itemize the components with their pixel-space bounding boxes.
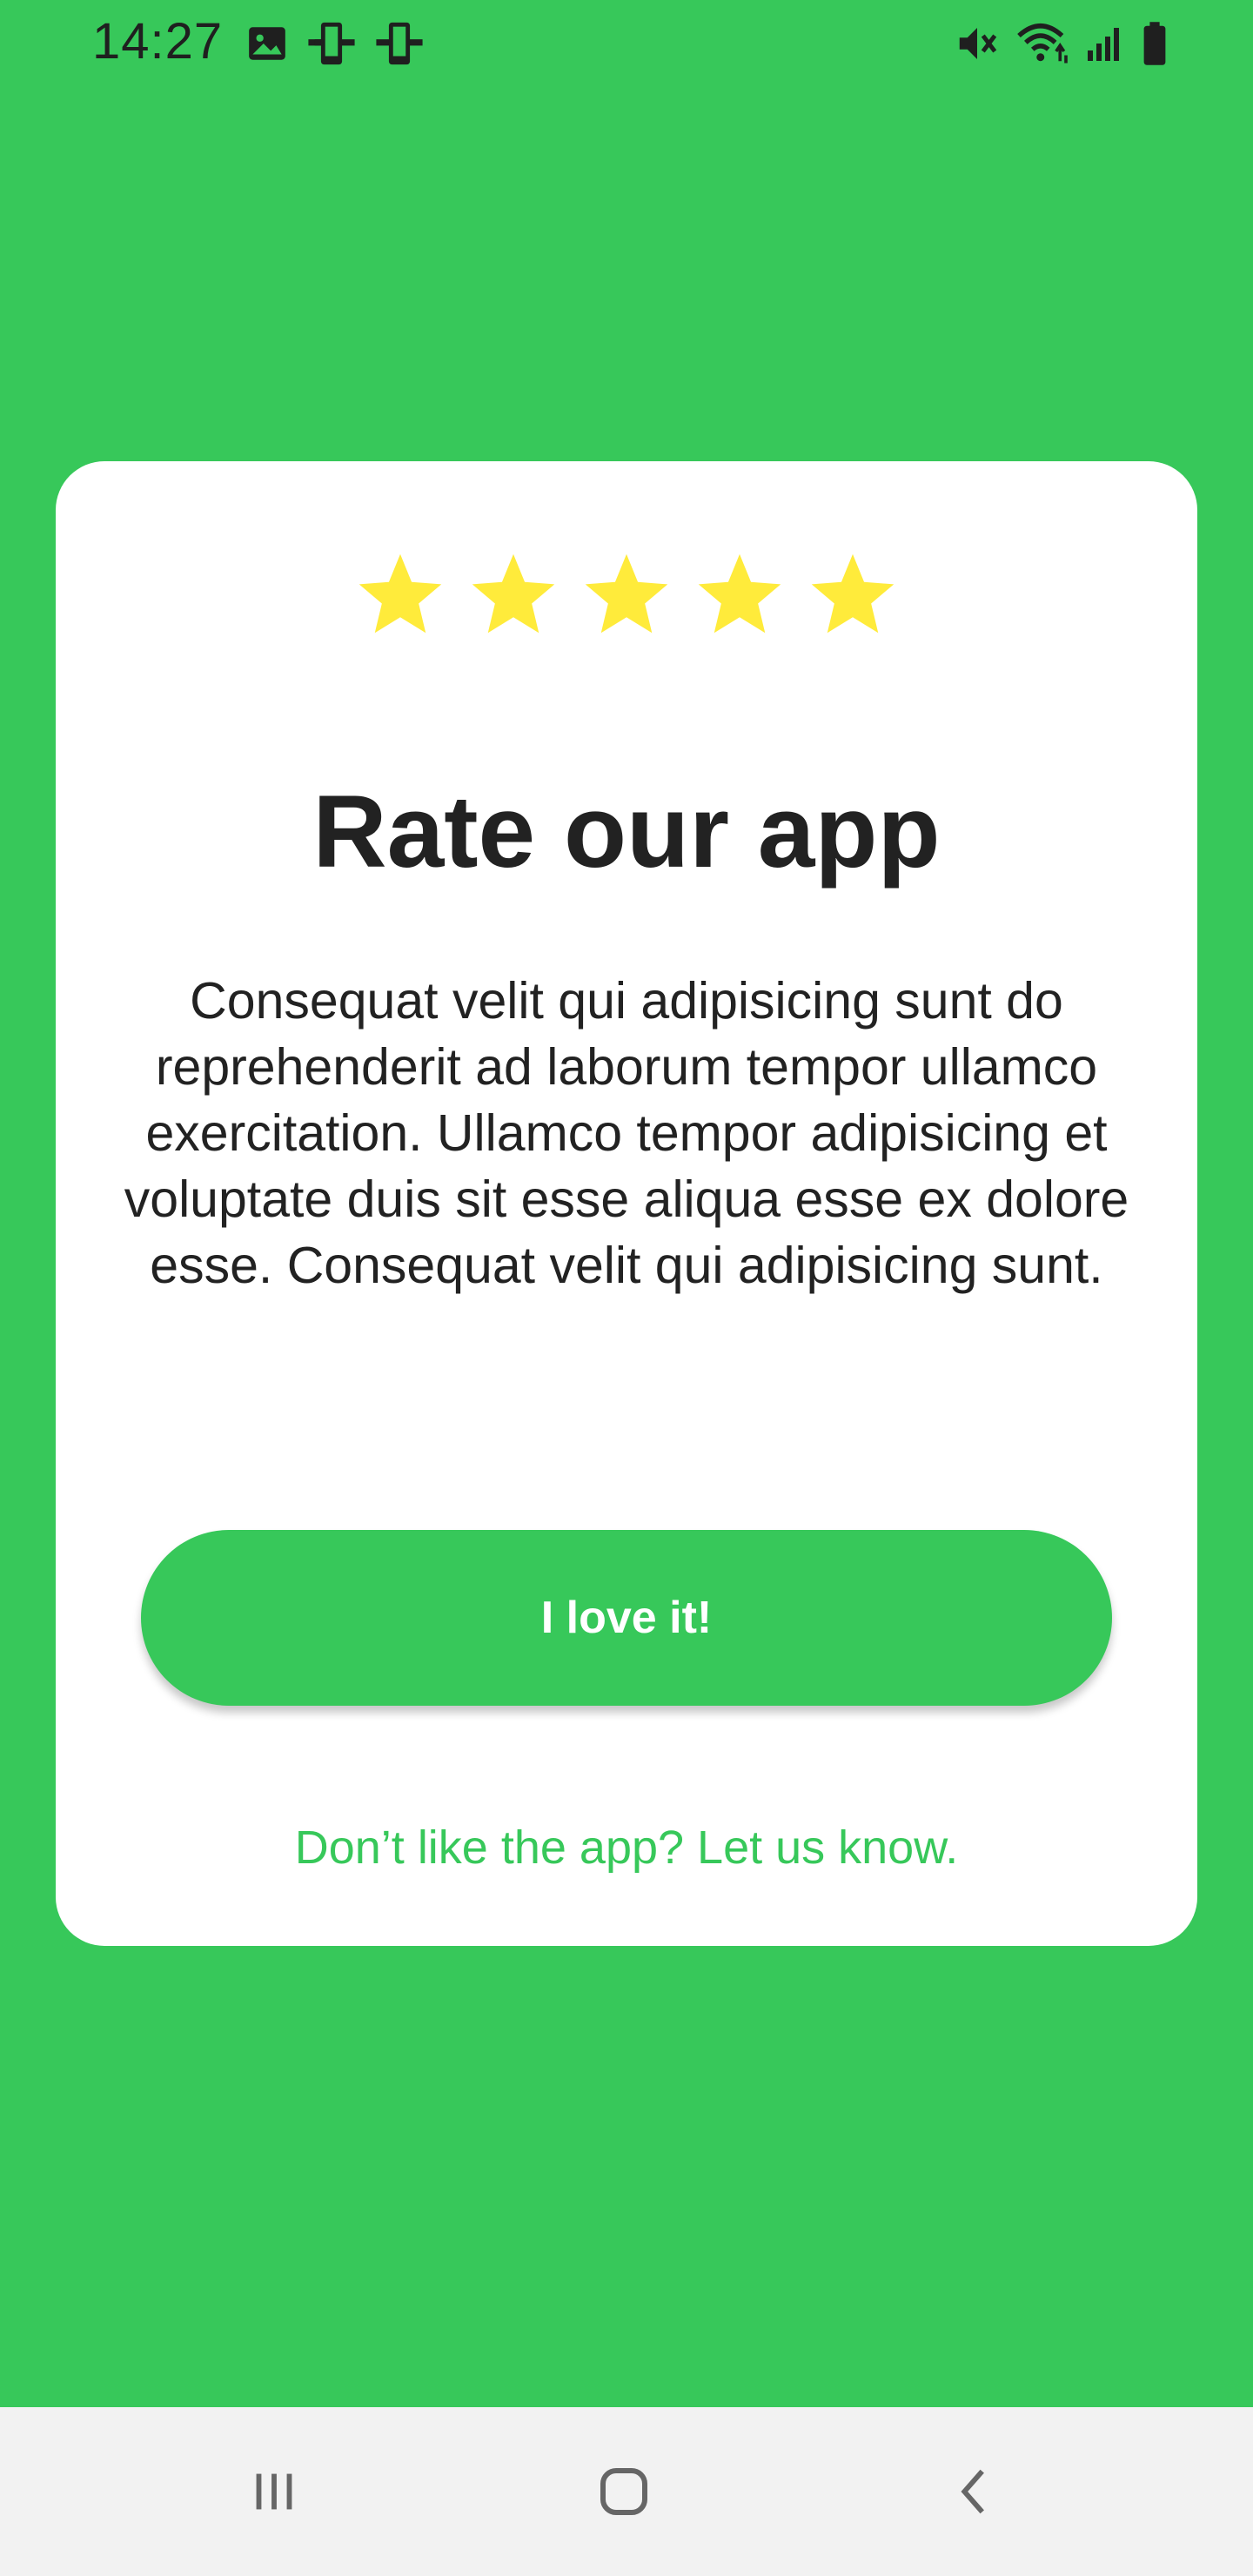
status-bar: 14:27: [0, 0, 1253, 87]
feedback-link[interactable]: Don’t like the app? Let us know.: [56, 1821, 1197, 1875]
device-icon: [306, 18, 357, 69]
wifi-icon: [1015, 20, 1070, 67]
recent-apps-icon: [244, 2461, 305, 2522]
star-icon[interactable]: [805, 548, 901, 642]
star-icon[interactable]: [692, 548, 787, 642]
navigation-bar: [0, 2407, 1253, 2576]
screen: 14:27 Rate our app Consequat velit qui a…: [0, 0, 1253, 2576]
home-icon: [593, 2460, 655, 2523]
star-icon[interactable]: [466, 548, 561, 642]
status-left-icons: [245, 17, 425, 70]
home-button[interactable]: [537, 2407, 711, 2576]
signal-icon: [1084, 22, 1126, 65]
recent-apps-button[interactable]: [187, 2407, 361, 2576]
status-right-icons: [954, 17, 1169, 70]
back-button[interactable]: [888, 2407, 1062, 2576]
mute-icon: [954, 20, 1001, 67]
love-it-button[interactable]: I love it!: [141, 1530, 1112, 1706]
battery-icon: [1140, 20, 1169, 67]
star-rating[interactable]: [56, 548, 1197, 642]
dialog-title: Rate our app: [312, 775, 941, 889]
image-icon: [245, 22, 289, 65]
status-time: 14:27: [92, 13, 224, 70]
star-icon[interactable]: [579, 548, 674, 642]
love-it-button-label: I love it!: [540, 1593, 713, 1643]
back-icon: [944, 2461, 1005, 2522]
device-icon: [374, 18, 425, 69]
rating-card: Rate our app Consequat velit qui adipisi…: [56, 461, 1197, 1946]
dialog-body: Consequat velit qui adipisicing sunt do …: [124, 972, 1129, 1294]
star-icon[interactable]: [352, 548, 448, 642]
